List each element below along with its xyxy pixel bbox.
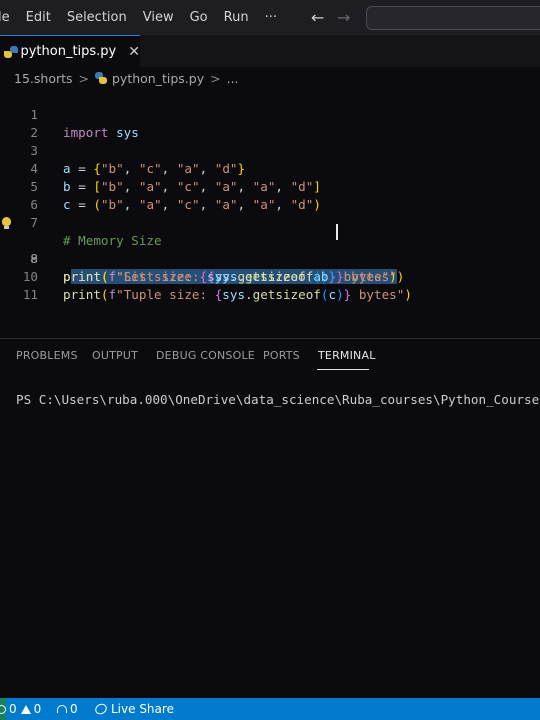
warning-icon bbox=[20, 704, 31, 714]
chevron-right-icon: > bbox=[78, 70, 89, 86]
code-line: 9 print(f"List size: {sys.getsizeof(b)} … bbox=[0, 232, 540, 284]
code-line: 6 bbox=[0, 178, 540, 212]
tab-terminal[interactable]: TERMINAL bbox=[318, 349, 376, 362]
tab-debug-console[interactable]: DEBUG CONSOLE bbox=[156, 349, 255, 362]
menu-selection[interactable]: Selection bbox=[67, 10, 127, 25]
code-line: 10 print(f"Tuple size: {sys.getsizeof(c)… bbox=[0, 250, 540, 302]
terminal[interactable]: PS C:\Users\ruba.000\OneDrive\data_scien… bbox=[0, 372, 540, 698]
error-icon bbox=[0, 704, 6, 714]
close-icon[interactable]: ✕ bbox=[128, 44, 140, 60]
menu-more[interactable]: ··· bbox=[265, 10, 277, 25]
python-file-icon bbox=[95, 72, 107, 84]
ports-count: 0 bbox=[70, 702, 78, 716]
menu-run[interactable]: Run bbox=[224, 10, 249, 25]
chevron-right-icon: > bbox=[210, 70, 221, 86]
menu-file[interactable]: le bbox=[0, 10, 10, 25]
code-line: 4 b = ["b", "a", "c", "a", "a", "d"] bbox=[0, 142, 540, 194]
code-line: 3 a = {"b", "c", "a", "d"} bbox=[0, 124, 540, 176]
problems-status[interactable]: 0 0 bbox=[0, 702, 41, 716]
breadcrumb-folder[interactable]: 15.shorts bbox=[14, 71, 73, 86]
line-number: 11 bbox=[22, 287, 38, 302]
menu-go[interactable]: Go bbox=[190, 10, 208, 25]
tab-python-tips[interactable]: python_tips.py ✕ bbox=[0, 35, 140, 67]
code-editor[interactable]: 1 import sys 2 3 a = {"b", "c", "a", "d"… bbox=[0, 87, 540, 337]
menu-view[interactable]: View bbox=[143, 10, 174, 25]
ports-status[interactable]: 0 bbox=[57, 702, 78, 716]
tab-problems[interactable]: PROBLEMS bbox=[16, 349, 78, 362]
live-share-label: Live Share bbox=[111, 702, 174, 716]
tab-output[interactable]: OUTPUT bbox=[92, 349, 138, 362]
python-file-icon bbox=[3, 45, 20, 58]
text-cursor bbox=[336, 224, 338, 240]
status-bar: 0 0 0 Live Share bbox=[0, 698, 540, 720]
code-line: 1 import sys bbox=[0, 88, 540, 140]
command-center-search[interactable] bbox=[366, 6, 540, 30]
back-arrow-icon[interactable]: ← bbox=[311, 8, 324, 27]
code-line: 2 bbox=[0, 106, 540, 140]
menu-bar: le Edit Selection View Go Run ··· ← → bbox=[0, 0, 540, 35]
breadcrumb-more[interactable]: ... bbox=[227, 71, 239, 86]
tab-label: python_tips.py bbox=[20, 44, 117, 59]
code-line: 5 c = ("b", "a", "c", "a", "a", "d") bbox=[0, 160, 540, 212]
tab-ports[interactable]: PORTS bbox=[263, 349, 300, 362]
live-share-button[interactable]: Live Share bbox=[93, 701, 174, 717]
code-line-active: 8 print(f"Set size: {sys.getsizeof(a)} b… bbox=[0, 214, 540, 284]
terminal-prompt: PS C:\Users\ruba.000\OneDrive\data_scien… bbox=[16, 392, 540, 407]
editor-tab-strip: python_tips.py ✕ bbox=[0, 35, 540, 67]
menu-edit[interactable]: Edit bbox=[26, 10, 51, 25]
code-line: 7 # Memory Size bbox=[0, 196, 540, 248]
live-share-icon bbox=[93, 701, 109, 717]
code-content: print(f"Tuple size: {sys.getsizeof(c)} b… bbox=[63, 287, 412, 302]
breadcrumb-file[interactable]: python_tips.py bbox=[112, 71, 204, 86]
error-count: 0 bbox=[9, 702, 17, 716]
active-tab-indicator bbox=[317, 369, 369, 370]
warning-count: 0 bbox=[33, 702, 42, 716]
panel-tab-bar: PROBLEMS OUTPUT DEBUG CONSOLE PORTS TERM… bbox=[0, 339, 540, 372]
forward-arrow-icon[interactable]: → bbox=[337, 8, 350, 27]
breadcrumb: 15.shorts > python_tips.py > ... bbox=[14, 68, 239, 88]
ports-icon bbox=[57, 705, 67, 713]
lightbulb-icon[interactable] bbox=[2, 217, 11, 229]
code-line: 11 bbox=[0, 268, 540, 302]
